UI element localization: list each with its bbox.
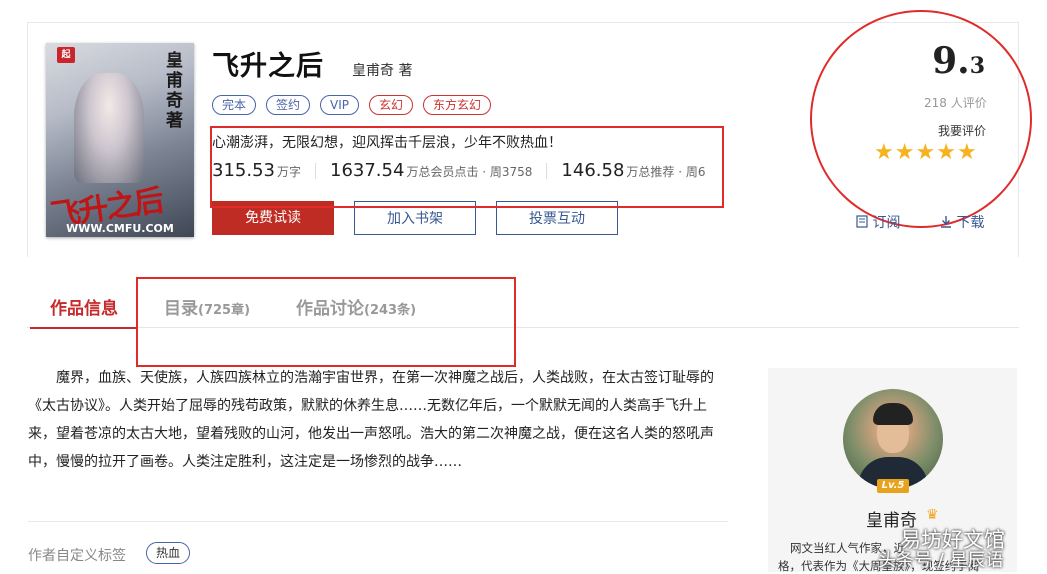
author-level-badge: Lv.5 [877,479,909,493]
book-tags: 完本 签约 VIP 玄幻 东方玄幻 [212,95,492,115]
tab-work-info[interactable]: 作品信息 [30,294,138,329]
avatar-hair [873,403,913,425]
download-icon [941,216,951,228]
tag-vip[interactable]: VIP [320,95,360,115]
publisher-logo: 起 [57,47,75,63]
subscribe-link[interactable]: 订阅 [856,212,900,232]
cover-vertical-title: 皇甫奇著 [166,51,183,131]
annotation-rectangle [210,126,724,208]
custom-tag[interactable]: 热血 [146,542,191,564]
book-author[interactable]: 皇甫奇 著 [352,60,412,80]
book-title: 飞升之后 [212,51,324,82]
tag-subgenre[interactable]: 东方玄幻 [423,95,492,115]
annotation-rectangle [136,277,516,367]
annotation-circle [810,10,1032,228]
cover-figure [74,73,144,183]
author-avatar[interactable] [843,389,943,489]
section-divider [28,521,728,522]
tag-genre[interactable]: 玄幻 [369,95,414,115]
watermark-line2: 头条号 / 星辰语 [878,550,1004,571]
cover-url: WWW.CMFU.COM [66,222,174,235]
tag-status[interactable]: 完本 [212,95,257,115]
tag-signed[interactable]: 签约 [266,95,311,115]
subscribe-label: 订阅 [872,215,901,231]
book-cover[interactable]: 起 皇甫奇著 飞升之后 WWW.CMFU.COM [46,43,194,237]
crown-icon: ♛ [926,507,939,523]
download-label: 下载 [956,215,985,231]
subscribe-icon [856,215,868,228]
download-link[interactable]: 下载 [940,212,984,232]
book-description: 魔界，血族、天使族，人族四族林立的浩瀚宇宙世界，在第一次神魔之战后，人类战败，在… [28,370,714,470]
tab-label: 作品信息 [50,299,118,319]
custom-tags-label: 作者自定义标签 [28,548,126,564]
